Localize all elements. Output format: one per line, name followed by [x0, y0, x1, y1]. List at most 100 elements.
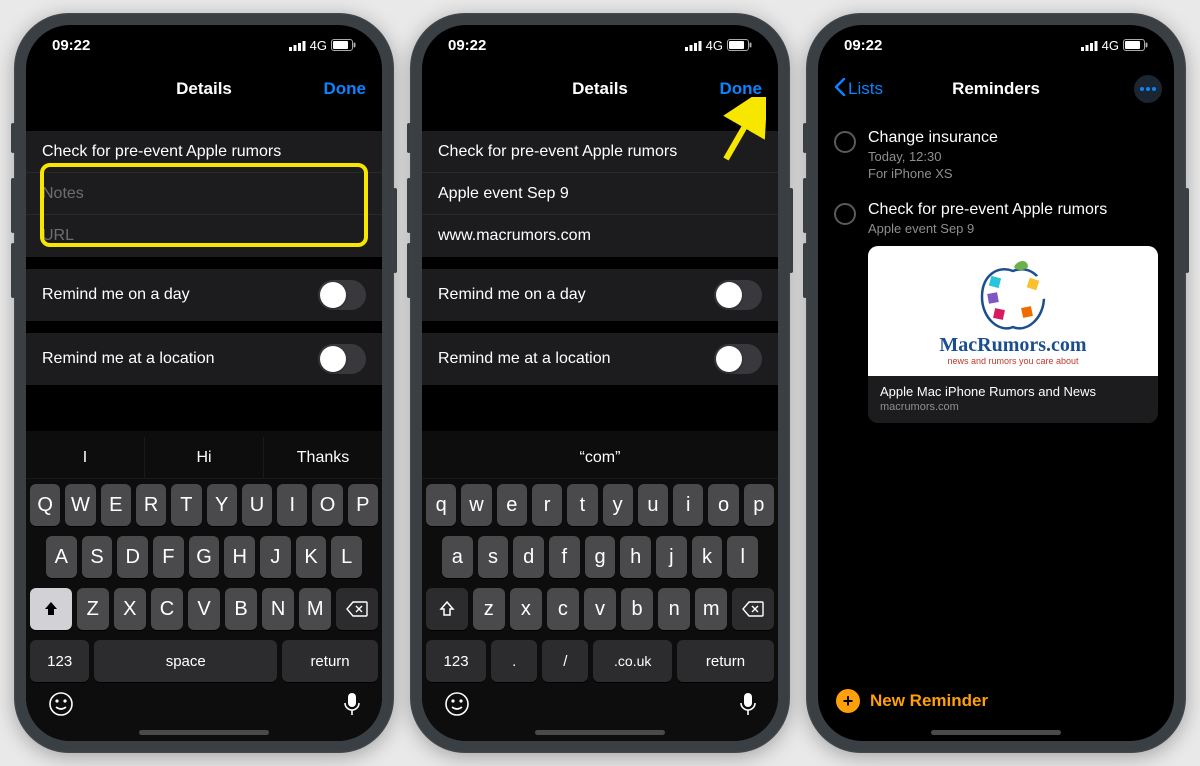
key-i[interactable]: i: [673, 484, 703, 526]
remind-location-toggle[interactable]: [714, 344, 762, 374]
remind-location-toggle[interactable]: [318, 344, 366, 374]
key-y[interactable]: Y: [207, 484, 237, 526]
done-button[interactable]: Done: [720, 79, 763, 99]
shift-key[interactable]: [426, 588, 468, 630]
key-p[interactable]: p: [744, 484, 774, 526]
key-o[interactable]: O: [312, 484, 342, 526]
suggestion-2[interactable]: Hi: [145, 437, 264, 478]
key-z[interactable]: z: [473, 588, 505, 630]
complete-toggle[interactable]: [834, 203, 856, 225]
space-key[interactable]: space: [94, 640, 277, 682]
key-j[interactable]: j: [656, 536, 687, 578]
key-u[interactable]: u: [638, 484, 668, 526]
key-r[interactable]: R: [136, 484, 166, 526]
key-i[interactable]: I: [277, 484, 307, 526]
key-c[interactable]: C: [151, 588, 183, 630]
notes-input[interactable]: Apple event Sep 9: [422, 173, 778, 215]
home-indicator[interactable]: [535, 730, 665, 735]
url-input[interactable]: www.macrumors.com: [422, 215, 778, 257]
key-n[interactable]: N: [262, 588, 294, 630]
key-m[interactable]: m: [695, 588, 727, 630]
key-u[interactable]: U: [242, 484, 272, 526]
key-v[interactable]: v: [584, 588, 616, 630]
remind-day-toggle[interactable]: [714, 280, 762, 310]
remind-day-row[interactable]: Remind me on a day: [26, 269, 382, 321]
delete-key[interactable]: [336, 588, 378, 630]
key-w[interactable]: w: [461, 484, 491, 526]
home-indicator[interactable]: [139, 730, 269, 735]
key-g[interactable]: g: [585, 536, 616, 578]
keyboard[interactable]: I Hi Thanks QWERTYUIOP ASDFGHJKL ZXCVBNM…: [26, 431, 382, 741]
remind-day-toggle[interactable]: [318, 280, 366, 310]
key-x[interactable]: X: [114, 588, 146, 630]
key-k[interactable]: K: [296, 536, 327, 578]
key-j[interactable]: J: [260, 536, 291, 578]
key-h[interactable]: h: [620, 536, 651, 578]
key-o[interactable]: o: [708, 484, 738, 526]
complete-toggle[interactable]: [834, 131, 856, 153]
suggestion-1[interactable]: “com”: [422, 437, 778, 478]
title-input[interactable]: Check for pre-event Apple rumors: [422, 131, 778, 173]
numbers-key[interactable]: 123: [426, 640, 486, 682]
key-e[interactable]: e: [497, 484, 527, 526]
key-m[interactable]: M: [299, 588, 331, 630]
delete-key[interactable]: [732, 588, 774, 630]
dictation-key[interactable]: [740, 692, 756, 721]
suggestion-3[interactable]: Thanks: [264, 437, 382, 478]
return-key[interactable]: return: [677, 640, 774, 682]
reminder-item-1[interactable]: Change insurance Today, 12:30 For iPhone…: [834, 119, 1158, 191]
done-button[interactable]: Done: [324, 79, 367, 99]
key-q[interactable]: q: [426, 484, 456, 526]
key-n[interactable]: n: [658, 588, 690, 630]
key-c[interactable]: c: [547, 588, 579, 630]
remind-day-row[interactable]: Remind me on a day: [422, 269, 778, 321]
key-slash[interactable]: /: [542, 640, 588, 682]
key-s[interactable]: S: [82, 536, 113, 578]
key-a[interactable]: A: [46, 536, 77, 578]
return-key[interactable]: return: [282, 640, 378, 682]
key-b[interactable]: b: [621, 588, 653, 630]
remind-location-row[interactable]: Remind me at a location: [422, 333, 778, 385]
key-r[interactable]: r: [532, 484, 562, 526]
key-f[interactable]: F: [153, 536, 184, 578]
home-indicator[interactable]: [931, 730, 1061, 735]
key-s[interactable]: s: [478, 536, 509, 578]
key-d[interactable]: D: [117, 536, 148, 578]
link-preview[interactable]: MacRumors.com news and rumors you care a…: [868, 246, 1158, 423]
emoji-key[interactable]: [444, 691, 470, 722]
key-z[interactable]: Z: [77, 588, 109, 630]
reminder-item-2[interactable]: Check for pre-event Apple rumors Apple e…: [834, 191, 1158, 433]
shift-key[interactable]: [30, 588, 72, 630]
key-q[interactable]: Q: [30, 484, 60, 526]
key-w[interactable]: W: [65, 484, 95, 526]
numbers-key[interactable]: 123: [30, 640, 89, 682]
key-p[interactable]: P: [348, 484, 378, 526]
key-h[interactable]: H: [224, 536, 255, 578]
key-b[interactable]: B: [225, 588, 257, 630]
key-t[interactable]: T: [171, 484, 201, 526]
title-input[interactable]: Check for pre-event Apple rumors: [26, 131, 382, 173]
url-input[interactable]: URL: [26, 215, 382, 257]
key-d[interactable]: d: [513, 536, 544, 578]
key-k[interactable]: k: [692, 536, 723, 578]
key-f[interactable]: f: [549, 536, 580, 578]
key-y[interactable]: y: [603, 484, 633, 526]
dictation-key[interactable]: [344, 692, 360, 721]
more-options-button[interactable]: [1134, 75, 1162, 103]
key-l[interactable]: L: [331, 536, 362, 578]
key-g[interactable]: G: [189, 536, 220, 578]
key-a[interactable]: a: [442, 536, 473, 578]
key-couk[interactable]: .co.uk: [593, 640, 672, 682]
emoji-key[interactable]: [48, 691, 74, 722]
suggestion-1[interactable]: I: [26, 437, 145, 478]
key-t[interactable]: t: [567, 484, 597, 526]
key-e[interactable]: E: [101, 484, 131, 526]
key-x[interactable]: x: [510, 588, 542, 630]
back-button[interactable]: Lists: [834, 78, 883, 101]
notes-input[interactable]: Notes: [26, 173, 382, 215]
keyboard[interactable]: “com” qwertyuiop asdfghjkl zxcvbnm 123 .…: [422, 431, 778, 741]
remind-location-row[interactable]: Remind me at a location: [26, 333, 382, 385]
new-reminder-button[interactable]: + New Reminder: [836, 689, 988, 713]
key-period[interactable]: .: [491, 640, 537, 682]
key-v[interactable]: V: [188, 588, 220, 630]
